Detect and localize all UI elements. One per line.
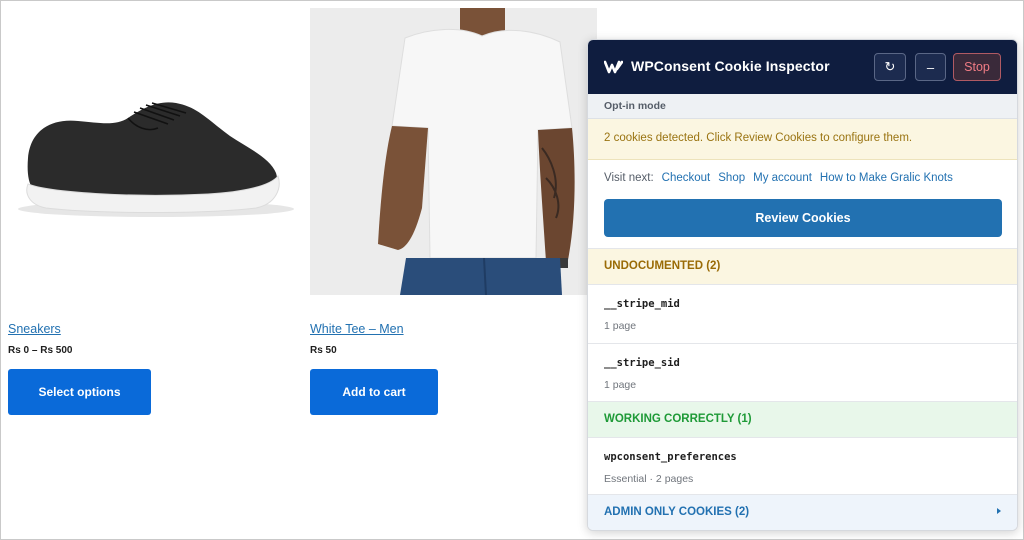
visit-link-shop[interactable]: Shop — [718, 172, 745, 184]
cookie-meta: 1 page — [604, 320, 637, 332]
cookie-row[interactable]: __stripe_sid 1 page — [588, 343, 1017, 402]
tshirt-model-image — [310, 8, 597, 295]
mode-label: Opt-in mode — [604, 100, 666, 112]
product-card-white-tee: White Tee – Men Rs 50 Add to cart — [300, 0, 600, 420]
product-title-white-tee[interactable]: White Tee – Men — [310, 322, 404, 336]
caret-right-icon[interactable] — [997, 508, 1001, 514]
select-options-button[interactable]: Select options — [8, 369, 151, 415]
visit-link-checkout[interactable]: Checkout — [662, 172, 711, 184]
section-undocumented-label: UNDOCUMENTED (2) — [604, 260, 721, 272]
refresh-icon: ↻ — [884, 59, 896, 74]
panel-header: WPConsent Cookie Inspector ↻ – Stop — [588, 40, 1017, 94]
section-admin-label: ADMIN ONLY COOKIES (2) — [604, 506, 750, 518]
section-working-correctly[interactable]: WORKING CORRECTLY (1) — [588, 401, 1017, 437]
cookies-detected-notice: 2 cookies detected. Click Review Cookies… — [588, 119, 1017, 160]
cookie-meta: 1 page — [604, 379, 637, 391]
cookie-name: __stripe_mid — [604, 298, 680, 310]
notice-text: 2 cookies detected. Click Review Cookies… — [604, 132, 913, 144]
cookie-row[interactable]: wpconsent_preferences Essential · 2 page… — [588, 437, 1017, 496]
add-to-cart-button[interactable]: Add to cart — [310, 369, 438, 415]
cookie-meta: Essential · 2 pages — [604, 473, 694, 485]
refresh-button[interactable]: ↻ — [874, 53, 906, 81]
panel-title: WPConsent Cookie Inspector — [631, 58, 830, 74]
product-card-sneakers: Sneakers Rs 0 – Rs 500 Select options — [0, 0, 300, 420]
product-price-sneakers: Rs 0 – Rs 500 — [8, 345, 73, 356]
cookie-name: wpconsent_preferences — [604, 451, 737, 463]
cookie-inspector-panel: WPConsent Cookie Inspector ↻ – Stop Opt-… — [587, 39, 1018, 531]
wpconsent-logo-icon — [603, 59, 624, 75]
visit-link-gralic-knots[interactable]: How to Make Gralic Knots — [820, 172, 953, 184]
product-price-white-tee: Rs 50 — [310, 345, 337, 356]
minimize-icon: – — [926, 59, 935, 75]
section-undocumented[interactable]: UNDOCUMENTED (2) — [588, 248, 1017, 284]
review-cookies-button[interactable]: Review Cookies — [604, 199, 1002, 237]
sneaker-image — [18, 102, 294, 217]
visit-next-row: Visit next: Checkout Shop My account How… — [604, 172, 953, 184]
cookie-row[interactable]: __stripe_mid 1 page — [588, 284, 1017, 343]
mode-bar: Opt-in mode — [588, 94, 1017, 119]
product-image-white-tee[interactable] — [310, 8, 597, 295]
stop-button[interactable]: Stop — [953, 53, 1001, 81]
section-working-label: WORKING CORRECTLY (1) — [604, 413, 752, 425]
minimize-button[interactable]: – — [915, 53, 946, 81]
product-title-sneakers[interactable]: Sneakers — [8, 322, 61, 336]
visit-next-label: Visit next: — [604, 172, 654, 184]
cookie-name: __stripe_sid — [604, 357, 680, 369]
product-image-sneakers[interactable] — [8, 8, 296, 293]
section-admin-only[interactable]: ADMIN ONLY COOKIES (2) — [588, 494, 1017, 530]
visit-link-my-account[interactable]: My account — [753, 172, 812, 184]
